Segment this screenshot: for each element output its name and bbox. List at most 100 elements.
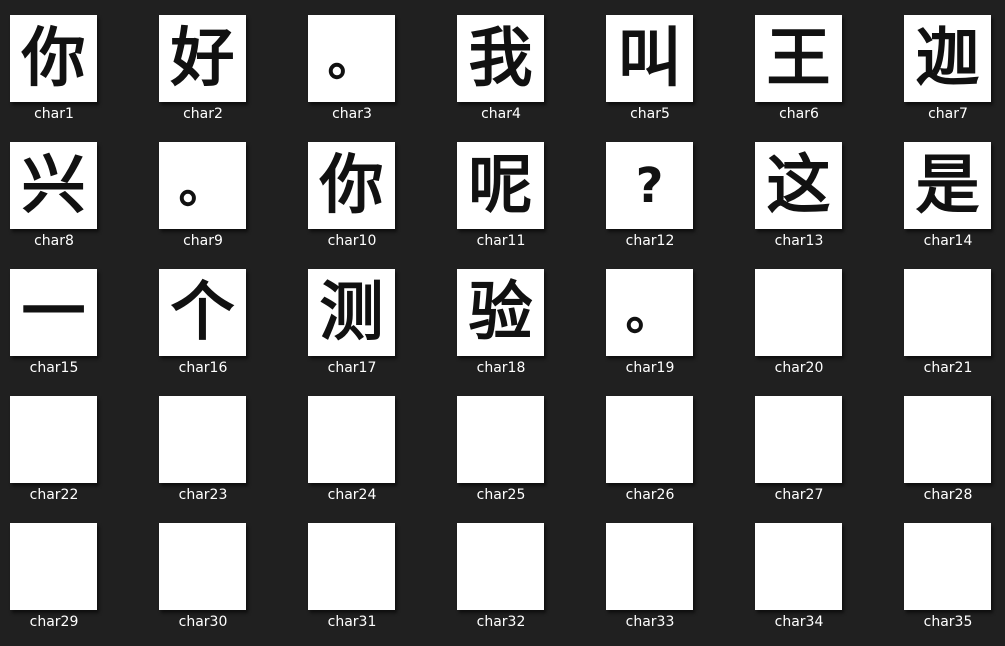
file-tile[interactable]: 你 char1 [0,0,114,122]
file-thumbnail[interactable] [755,396,842,483]
file-thumbnail[interactable]: 这 [755,142,842,229]
file-thumbnail[interactable] [10,523,97,610]
file-name-label: char32 [476,614,526,630]
file-thumbnail[interactable]: 。 [159,142,246,229]
file-name-label: char12 [625,233,675,249]
file-tile[interactable]: char26 [590,381,710,503]
file-thumbnail[interactable] [457,523,544,610]
file-thumbnail[interactable]: 个 [159,269,246,356]
file-tile[interactable]: 叫 char5 [590,0,710,122]
file-name-label: char5 [630,106,670,122]
file-thumbnail[interactable]: 一 [10,269,97,356]
file-tile[interactable]: 兴 char8 [0,127,114,249]
thumbnail-glyph: 个 [170,275,235,350]
file-tile[interactable]: char28 [888,381,1005,503]
file-thumbnail[interactable]: 验 [457,269,544,356]
file-tile[interactable]: char29 [0,508,114,630]
file-tile[interactable]: 一 char15 [0,254,114,376]
file-name-label: char9 [183,233,223,249]
file-thumbnail[interactable] [755,269,842,356]
file-thumbnail[interactable] [904,269,991,356]
file-tile[interactable]: 迦 char7 [888,0,1005,122]
thumbnail-glyph: 一 [21,275,86,350]
file-thumbnail[interactable]: 呢 [457,142,544,229]
file-thumbnail[interactable]: 你 [308,142,395,229]
file-tile[interactable]: 呢 char11 [441,127,561,249]
file-name-label: char16 [178,360,228,376]
file-name-label: char15 [29,360,79,376]
file-thumbnail[interactable] [308,523,395,610]
file-thumbnail[interactable]: ? [606,142,693,229]
file-tile[interactable]: char34 [739,508,859,630]
file-name-label: char23 [178,487,228,503]
thumbnail-glyph: 。 [327,30,376,87]
file-tile[interactable]: char31 [292,508,412,630]
file-name-label: char6 [779,106,819,122]
file-thumbnail[interactable] [308,396,395,483]
thumbnail-glyph: 迦 [915,21,980,96]
file-tile[interactable]: 。 char9 [143,127,263,249]
file-tile[interactable]: char30 [143,508,263,630]
file-tile[interactable]: char27 [739,381,859,503]
file-thumbnail[interactable] [10,396,97,483]
file-thumbnail[interactable] [159,396,246,483]
thumbnail-glyph: 我 [468,21,533,96]
file-name-label: char11 [476,233,526,249]
file-thumbnail[interactable] [606,396,693,483]
file-thumbnail[interactable]: 。 [308,15,395,102]
file-name-label: char25 [476,487,526,503]
file-thumbnail[interactable]: 王 [755,15,842,102]
file-thumbnail[interactable] [904,523,991,610]
file-name-label: char35 [923,614,973,630]
file-tile[interactable]: 王 char6 [739,0,859,122]
file-thumbnail[interactable] [904,396,991,483]
thumbnail-glyph: 这 [766,148,831,223]
file-name-label: char29 [29,614,79,630]
file-thumbnail[interactable]: 迦 [904,15,991,102]
thumbnail-glyph: 你 [319,148,384,223]
file-name-label: char17 [327,360,377,376]
file-thumbnail[interactable]: 叫 [606,15,693,102]
file-tile[interactable]: 你 char10 [292,127,412,249]
file-name-label: char1 [34,106,74,122]
file-name-label: char34 [774,614,824,630]
file-tile[interactable]: char23 [143,381,263,503]
file-tile[interactable]: char25 [441,381,561,503]
file-thumbnail[interactable]: 兴 [10,142,97,229]
file-name-label: char24 [327,487,377,503]
file-tile[interactable]: 。 char3 [292,0,412,122]
file-thumbnail[interactable]: 好 [159,15,246,102]
file-tile[interactable]: 。 char19 [590,254,710,376]
file-thumbnail[interactable]: 测 [308,269,395,356]
file-tile[interactable]: 我 char4 [441,0,561,122]
file-thumbnail[interactable] [159,523,246,610]
file-tile[interactable]: char35 [888,508,1005,630]
file-name-label: char19 [625,360,675,376]
file-tile[interactable]: 测 char17 [292,254,412,376]
file-tile[interactable]: 个 char16 [143,254,263,376]
file-tile[interactable]: char24 [292,381,412,503]
file-tile[interactable]: char22 [0,381,114,503]
file-thumbnail[interactable] [457,396,544,483]
file-name-label: char26 [625,487,675,503]
file-name-label: char3 [332,106,372,122]
file-tile[interactable]: char20 [739,254,859,376]
file-thumbnail[interactable]: 你 [10,15,97,102]
thumbnail-glyph: 验 [468,275,533,350]
file-tile[interactable]: char21 [888,254,1005,376]
thumbnail-glyph: 。 [178,157,227,214]
file-tile[interactable]: 这 char13 [739,127,859,249]
file-tile[interactable]: 验 char18 [441,254,561,376]
file-tile[interactable]: 好 char2 [143,0,263,122]
file-name-label: char33 [625,614,675,630]
file-name-label: char8 [34,233,74,249]
file-tile[interactable]: char32 [441,508,561,630]
file-tile[interactable]: ? char12 [590,127,710,249]
file-tile[interactable]: char33 [590,508,710,630]
file-thumbnail[interactable] [606,523,693,610]
file-thumbnail[interactable] [755,523,842,610]
file-thumbnail[interactable]: 是 [904,142,991,229]
file-tile[interactable]: 是 char14 [888,127,1005,249]
file-thumbnail[interactable]: 我 [457,15,544,102]
file-thumbnail[interactable]: 。 [606,269,693,356]
